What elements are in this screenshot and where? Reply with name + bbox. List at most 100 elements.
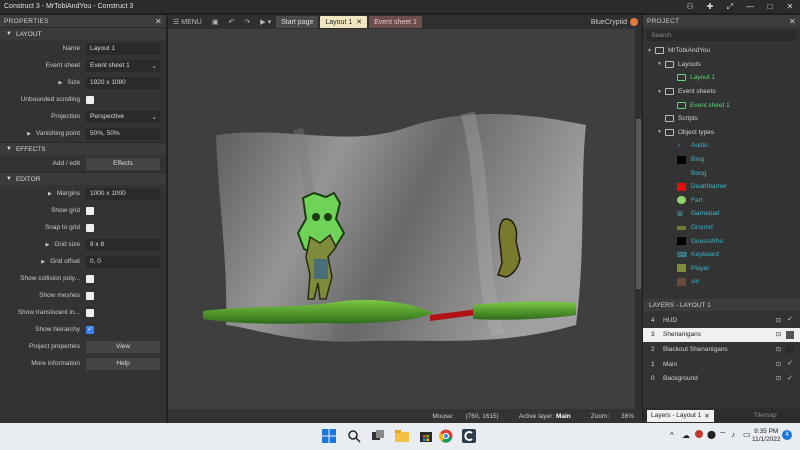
tree-layout-1[interactable]: Layout 1 — [643, 71, 800, 85]
tab-start-page[interactable]: Start page — [276, 16, 319, 28]
hierarchy-checkbox[interactable]: ✓ — [86, 325, 94, 334]
chevron-down-icon[interactable]: ▼ — [657, 89, 665, 95]
close-panel-icon[interactable]: ✕ — [155, 17, 162, 26]
store-icon[interactable] — [419, 429, 433, 443]
security-tray-icon[interactable] — [695, 430, 703, 438]
network-icon[interactable]: ☁ — [682, 431, 690, 440]
visibility-toggle[interactable]: ✓ — [786, 375, 794, 383]
name-field[interactable]: Layout 1 — [86, 42, 160, 55]
file-explorer-icon[interactable] — [395, 429, 409, 443]
close-tab-icon[interactable]: ✕ — [356, 18, 362, 26]
showgrid-checkbox[interactable] — [86, 206, 94, 215]
account-icon[interactable]: ⚇ — [680, 2, 700, 11]
expand-icon[interactable]: ▶ — [41, 259, 45, 265]
lock-icon[interactable]: ⊡ — [776, 375, 786, 382]
expand-icon[interactable]: ▶ — [58, 80, 62, 86]
object-item[interactable]: Ground — [643, 221, 800, 235]
expand-icon[interactable]: ▶ — [27, 131, 31, 137]
visibility-toggle[interactable] — [786, 330, 794, 339]
meshes-checkbox[interactable] — [86, 291, 94, 300]
object-item[interactable]: Boog — [643, 166, 800, 180]
minimize-icon[interactable]: — — [740, 2, 760, 11]
size-field[interactable]: 1920 x 1080 — [86, 76, 160, 89]
visibility-toggle[interactable] — [786, 345, 794, 354]
object-item[interactable]: ♪ Audio — [643, 139, 800, 153]
task-view-icon[interactable] — [371, 429, 385, 443]
user-account[interactable]: BlueCryptid — [591, 18, 642, 26]
layer-row[interactable]: 2 Blackout Shenanigans ⊡ — [643, 342, 800, 357]
tab-layout-1[interactable]: Layout 1 ✕ — [320, 16, 368, 28]
tab-tilemap[interactable]: Tilemap — [754, 412, 777, 419]
lock-icon[interactable]: ⊡ — [776, 317, 786, 324]
tree-layouts[interactable]: ▼ Layouts — [643, 58, 800, 72]
object-item[interactable]: Bing — [643, 153, 800, 167]
volume-icon[interactable]: ♪ — [731, 430, 735, 439]
search-input[interactable]: Search — [647, 30, 796, 41]
chevron-down-icon[interactable]: ▼ — [657, 129, 665, 135]
expand-icon[interactable]: ▶ — [48, 191, 52, 197]
lock-icon[interactable]: ⊡ — [776, 331, 786, 338]
play-icon[interactable]: ▶ ▾ — [255, 18, 276, 26]
tree-project[interactable]: ▼ MrTobiAndYou — [643, 44, 800, 58]
redo-icon[interactable]: ↷ — [239, 18, 255, 26]
layer-row[interactable]: 3 Shenanigans ⊡ — [643, 327, 800, 343]
taskbar-clock[interactable]: 9:35 PM 11/1/2022 — [752, 428, 780, 444]
vanishing-field[interactable]: 50%, 50% — [86, 127, 160, 140]
section-layout[interactable]: ▼ LAYOUT — [0, 27, 166, 40]
margins-field[interactable]: 1000 x 1000 — [86, 187, 160, 200]
vertical-scrollbar[interactable] — [635, 29, 642, 409]
undo-icon[interactable]: ↶ — [223, 18, 239, 26]
tree-event-sheet-1[interactable]: Event sheet 1 — [643, 98, 800, 112]
notification-badge[interactable]: 4 — [782, 430, 792, 440]
lock-icon[interactable]: ⊡ — [776, 361, 786, 368]
section-editor[interactable]: ▼ EDITOR — [0, 172, 166, 185]
visibility-toggle[interactable]: ✓ — [786, 316, 794, 324]
layer-row[interactable]: 4 HUD ⊡ ✓ — [643, 313, 800, 328]
object-item[interactable]: ⌨ Keyboard — [643, 248, 800, 262]
collision-checkbox[interactable] — [86, 274, 94, 283]
chevron-down-icon[interactable]: ▼ — [647, 48, 655, 54]
object-item[interactable]: GuessWho — [643, 234, 800, 248]
extensions-icon[interactable]: ✚ — [700, 2, 720, 11]
menu-button[interactable]: ☰ MENU — [168, 18, 207, 26]
search-icon[interactable] — [347, 429, 361, 443]
chrome-icon[interactable] — [439, 429, 453, 443]
tree-scripts[interactable]: Scripts — [643, 112, 800, 126]
lock-icon[interactable]: ⊡ — [776, 346, 786, 353]
construct-icon[interactable] — [462, 429, 476, 443]
wifi-icon[interactable]: ⌔ — [719, 430, 727, 440]
expand-icon[interactable]: ▶ — [45, 242, 49, 248]
battery-icon[interactable]: ▭ — [743, 430, 751, 439]
fullscreen-icon[interactable]: ⤢ — [720, 2, 740, 12]
tab-event-sheet-1[interactable]: Event sheet 1 — [369, 16, 422, 28]
translucent-checkbox[interactable] — [86, 308, 94, 317]
object-item[interactable]: Fart — [643, 194, 800, 208]
object-item[interactable]: Deathbarrier — [643, 180, 800, 194]
layer-row[interactable]: 0 Background ⊡ ✓ — [643, 371, 800, 386]
close-tab-icon[interactable]: ✕ — [704, 412, 709, 420]
tray-app-icon[interactable]: ⬤ — [707, 430, 716, 439]
projection-select[interactable]: Perspective ⌄ — [86, 110, 160, 123]
view-button[interactable]: View — [86, 340, 160, 353]
section-effects[interactable]: ▼ EFFECTS — [0, 142, 166, 155]
gridoffset-field[interactable]: 0, 0 — [86, 255, 160, 268]
visibility-toggle[interactable]: ✓ — [786, 360, 794, 368]
tree-eventsheets[interactable]: ▼ Event sheets — [643, 85, 800, 99]
tree-objecttypes[interactable]: ▼ Object types — [643, 126, 800, 140]
scroll-thumb[interactable] — [636, 119, 641, 289]
layer-row[interactable]: 1 Main ⊡ ✓ — [643, 357, 800, 372]
chevron-down-icon[interactable]: ▼ — [657, 61, 665, 67]
snap-checkbox[interactable] — [86, 223, 94, 232]
object-item[interactable]: ⊞ Gamepad — [643, 207, 800, 221]
object-item[interactable]: Player — [643, 262, 800, 276]
eventsheet-select[interactable]: Event sheet 1 ⌄ — [86, 59, 160, 72]
layout-canvas[interactable] — [168, 29, 634, 409]
save-icon[interactable]: ▣ — [207, 18, 224, 26]
windows-start-icon[interactable] — [322, 429, 336, 443]
layout-viewport[interactable] — [168, 29, 634, 409]
gridsize-field[interactable]: 8 x 8 — [86, 238, 160, 251]
close-panel-icon[interactable]: ✕ — [789, 17, 796, 26]
close-icon[interactable]: ✕ — [780, 2, 800, 11]
unbounded-checkbox[interactable] — [86, 95, 94, 104]
effects-button[interactable]: Effects — [86, 157, 160, 170]
